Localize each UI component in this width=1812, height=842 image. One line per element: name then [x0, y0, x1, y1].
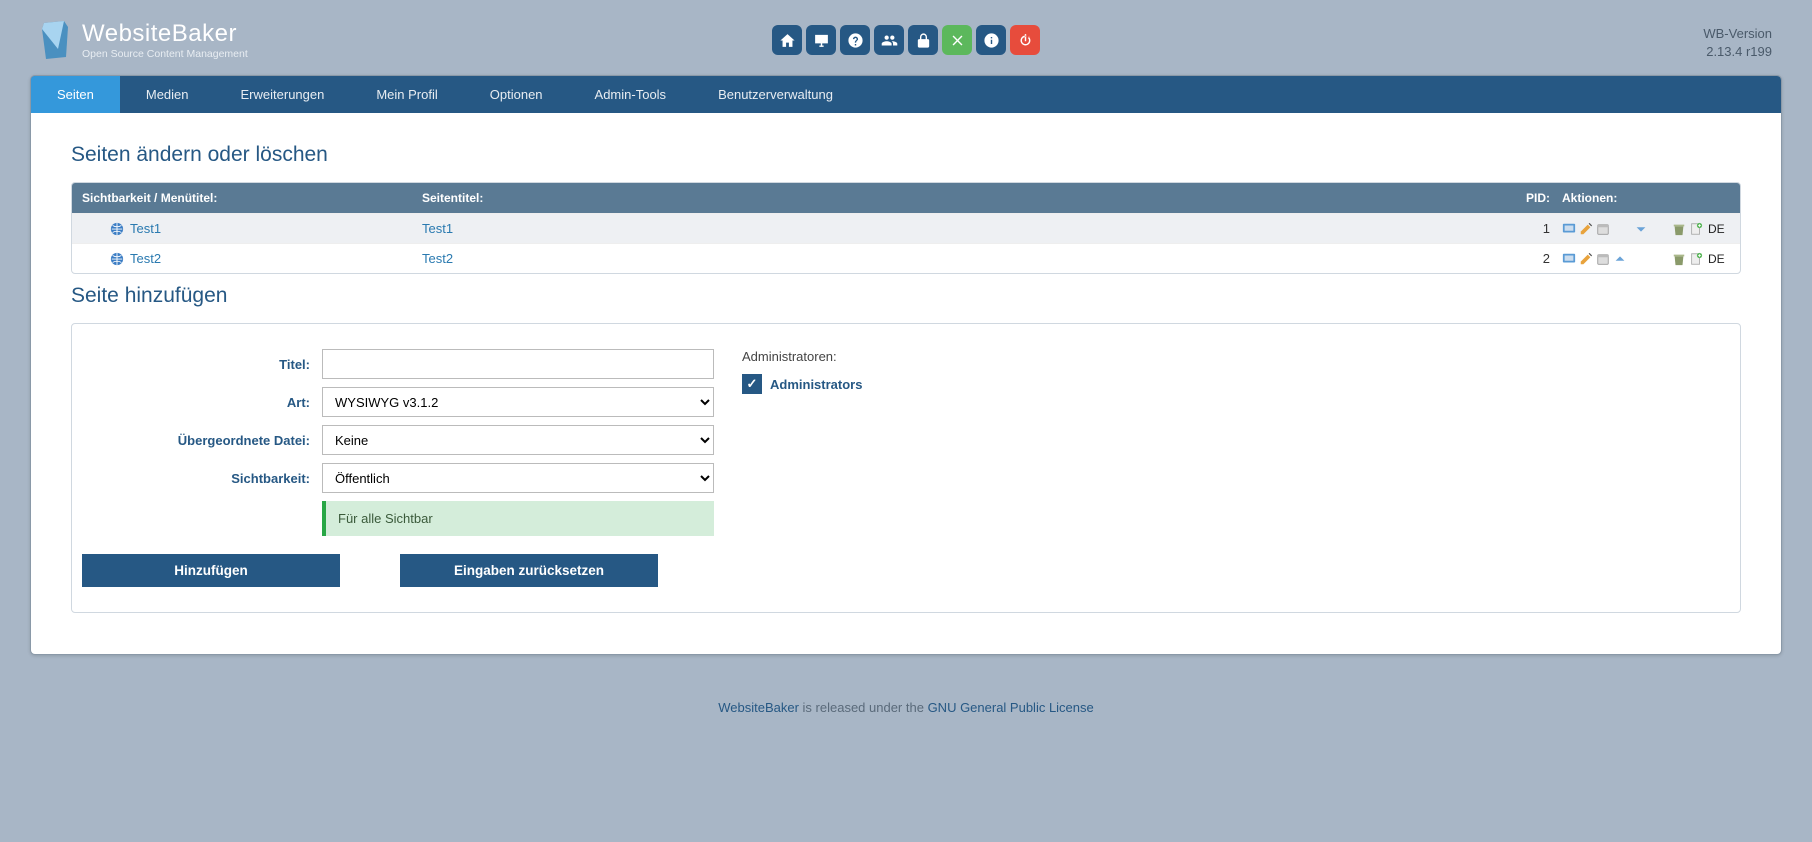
page-menu-link[interactable]: Test2 — [130, 251, 161, 266]
delete-icon[interactable] — [1672, 252, 1686, 266]
tab-profil[interactable]: Mein Profil — [350, 76, 463, 113]
pid-value: 2 — [1500, 251, 1550, 266]
administrators-label: Administratoren: — [742, 349, 1730, 364]
help-icon[interactable] — [840, 25, 870, 55]
main-panel: Seiten Medien Erweiterungen Mein Profil … — [30, 75, 1782, 655]
pages-table: Sichtbarkeit / Menütitel: Seitentitel: P… — [71, 182, 1741, 274]
edit-icon[interactable] — [1579, 222, 1593, 236]
page-title-link[interactable]: Test2 — [422, 251, 453, 266]
tab-bar: Seiten Medien Erweiterungen Mein Profil … — [31, 76, 1781, 113]
tab-admintools[interactable]: Admin-Tools — [569, 76, 693, 113]
lang-label: DE — [1708, 222, 1725, 236]
label-title: Titel: — [82, 357, 322, 372]
tab-optionen[interactable]: Optionen — [464, 76, 569, 113]
footer-license-link[interactable]: GNU General Public License — [928, 700, 1094, 715]
info-icon[interactable] — [976, 25, 1006, 55]
edit-icon[interactable] — [1579, 252, 1593, 266]
tab-seiten[interactable]: Seiten — [31, 76, 120, 113]
label-parent: Übergeordnete Datei: — [82, 433, 322, 448]
add-page-icon[interactable] — [1689, 222, 1703, 236]
col-header-visibility: Sichtbarkeit / Menütitel: — [82, 191, 422, 205]
power-icon[interactable] — [1010, 25, 1040, 55]
add-button[interactable]: Hinzufügen — [82, 554, 340, 587]
visibility-select[interactable]: Öffentlich — [322, 463, 714, 493]
lang-label: DE — [1708, 252, 1725, 266]
monitor-icon[interactable] — [806, 25, 836, 55]
view-icon[interactable] — [1562, 252, 1576, 266]
col-header-actions: Aktionen: — [1550, 191, 1730, 205]
header: WebsiteBaker Open Source Content Managem… — [0, 0, 1812, 75]
users-icon[interactable] — [874, 25, 904, 55]
move-up-icon[interactable] — [1613, 252, 1627, 266]
tab-medien[interactable]: Medien — [120, 76, 215, 113]
logo-icon — [40, 21, 72, 59]
calendar-icon[interactable] — [1596, 252, 1610, 266]
pid-value: 1 — [1500, 221, 1550, 236]
heading-page-list: Seiten ändern oder löschen — [71, 143, 1741, 167]
reset-button[interactable]: Eingaben zurücksetzen — [400, 554, 658, 587]
lock-icon[interactable] — [908, 25, 938, 55]
type-select[interactable]: WYSIWYG v3.1.2 — [322, 387, 714, 417]
label-visibility: Sichtbarkeit: — [82, 471, 322, 486]
globe-icon — [110, 222, 124, 236]
footer: WebsiteBaker is released under the GNU G… — [0, 685, 1812, 730]
page-title-link[interactable]: Test1 — [422, 221, 453, 236]
home-icon[interactable] — [772, 25, 802, 55]
add-page-form: Titel: Art: WYSIWYG v3.1.2 Übergeordnete… — [71, 323, 1741, 613]
version-info: WB-Version 2.13.4 r199 — [1703, 25, 1772, 61]
icon-bar — [772, 25, 1040, 55]
calendar-icon[interactable] — [1596, 222, 1610, 236]
logo-main: WebsiteBaker — [82, 20, 248, 48]
administrators-group: Administrators — [770, 377, 862, 392]
delete-icon[interactable] — [1672, 222, 1686, 236]
parent-select[interactable]: Keine — [322, 425, 714, 455]
view-icon[interactable] — [1562, 222, 1576, 236]
globe-icon — [110, 252, 124, 266]
logo-sub: Open Source Content Management — [82, 48, 248, 60]
table-row: Test1 Test1 1 DE — [72, 213, 1740, 243]
logo: WebsiteBaker Open Source Content Managem… — [40, 20, 248, 60]
tab-erweiterungen[interactable]: Erweiterungen — [215, 76, 351, 113]
table-row: Test2 Test2 2 DE — [72, 243, 1740, 273]
move-down-icon[interactable] — [1634, 222, 1648, 236]
tab-benutzer[interactable]: Benutzerverwaltung — [692, 76, 859, 113]
administrators-checkbox[interactable] — [742, 374, 762, 394]
visibility-hint: Für alle Sichtbar — [322, 501, 714, 536]
heading-add-page: Seite hinzufügen — [71, 284, 1741, 308]
close-icon[interactable] — [942, 25, 972, 55]
col-header-pid: PID: — [1500, 191, 1550, 205]
col-header-title: Seitentitel: — [422, 191, 1500, 205]
page-menu-link[interactable]: Test1 — [130, 221, 161, 236]
label-type: Art: — [82, 395, 322, 410]
title-input[interactable] — [322, 349, 714, 379]
footer-product-link[interactable]: WebsiteBaker — [718, 700, 799, 715]
add-page-icon[interactable] — [1689, 252, 1703, 266]
